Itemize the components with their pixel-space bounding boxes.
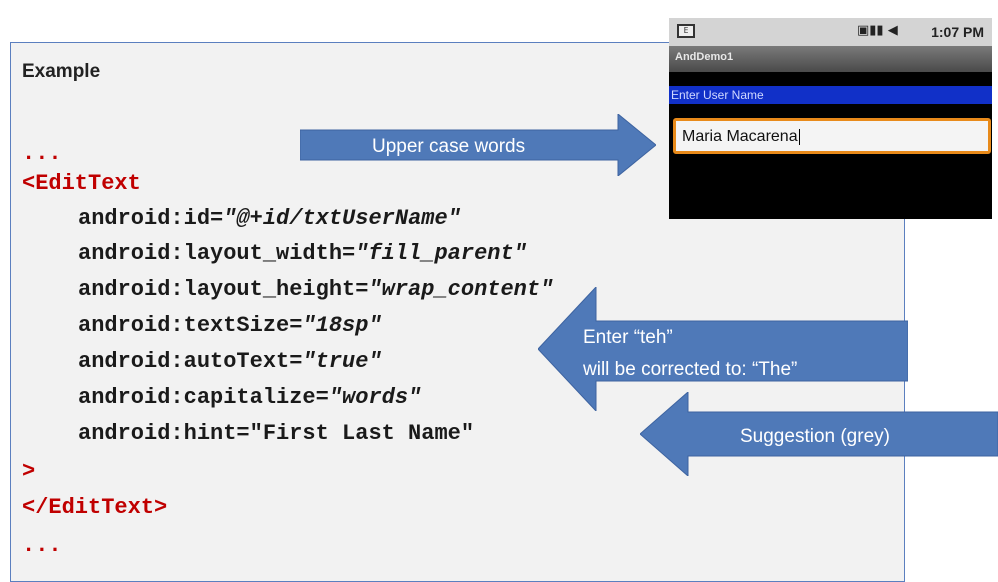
sim-card-icon: E <box>677 24 695 38</box>
code-attr-layout-width: android:layout_width="fill_parent" <box>78 241 527 266</box>
code-close-bracket: > <box>22 459 36 484</box>
code-attr-hint: android:hint="First Last Name" <box>78 421 475 446</box>
text-caret <box>798 128 800 145</box>
user-name-value: Maria Macarena <box>682 128 798 145</box>
hint-label: Enter User Name <box>671 88 764 102</box>
signal-bars-icon: ▣▮▮ ◀ <box>857 23 898 38</box>
code-close-tag: </EditText> <box>22 495 168 520</box>
app-title: AndDemo1 <box>675 51 734 63</box>
code-open-tag: <EditText <box>22 171 141 196</box>
phone-screenshot: E ▣▮▮ ◀ 1:07 PM AndDemo1 Enter User Name… <box>669 18 992 219</box>
code-attr-autotext: android:autoText="true" <box>78 349 382 374</box>
code-dots-top: ... <box>22 141 62 166</box>
app-title-bar: AndDemo1 <box>669 46 992 72</box>
code-attr-layout-height: android:layout_height="wrap_content" <box>78 277 554 302</box>
code-dots-bottom: ... <box>22 533 62 558</box>
callout-autotext-line2: will be corrected to: “The” <box>583 359 798 380</box>
user-name-field[interactable]: Maria Macarena <box>673 118 991 154</box>
status-time: 1:07 PM <box>931 24 984 40</box>
callout-upper-case: Upper case words <box>372 136 526 157</box>
callout-suggestion: Suggestion (grey) <box>740 426 890 447</box>
code-attr-textsize: android:textSize="18sp" <box>78 313 382 338</box>
callout-autotext-line1: Enter “teh” <box>583 327 673 348</box>
hint-bar: Enter User Name <box>669 86 992 104</box>
code-attr-capitalize: android:capitalize="words" <box>78 385 422 410</box>
code-attr-id: android:id="@+id/txtUserName" <box>78 206 461 231</box>
status-bar: E ▣▮▮ ◀ 1:07 PM <box>669 18 992 46</box>
example-title: Example <box>22 61 101 82</box>
